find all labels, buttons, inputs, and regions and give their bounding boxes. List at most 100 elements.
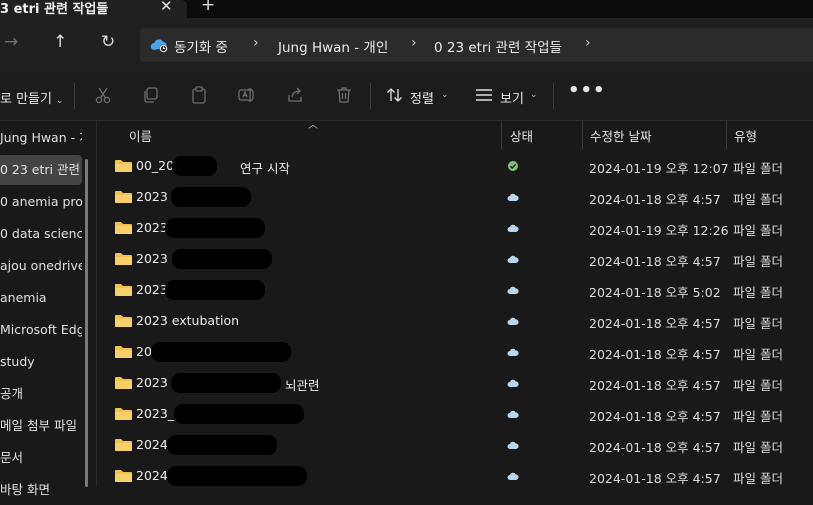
- sidebar-scrollbar[interactable]: [85, 159, 88, 487]
- column-header-status[interactable]: 상태: [510, 126, 533, 145]
- breadcrumb-chevron-icon[interactable]: ›: [411, 35, 417, 51]
- column-separator[interactable]: [582, 121, 583, 149]
- folder-icon: [115, 439, 132, 451]
- cloud-icon: [507, 379, 519, 387]
- sidebar-item[interactable]: 0 23 etri 관련: [0, 155, 82, 185]
- address-bar[interactable]: 동기화 중 › Jung Hwan - 개인 › 0 23 etri 관련 작업…: [140, 28, 813, 62]
- cloud-icon: [507, 441, 519, 449]
- sidebar-item[interactable]: anemia: [0, 283, 82, 313]
- up-icon[interactable]: ↑: [53, 32, 67, 52]
- modified-date: 2024-01-18 오후 4:57: [589, 409, 721, 424]
- new-button[interactable]: 로 만들기 ⌄: [0, 88, 64, 107]
- new-button-label: 로 만들기: [0, 92, 52, 107]
- close-icon[interactable]: ✕: [160, 0, 173, 15]
- file-name-suffix: 연구 시작: [240, 161, 290, 176]
- table-row[interactable]: 2023 2024-01-18 오후 4:57 파일 폴더: [97, 182, 813, 213]
- copy-icon[interactable]: [142, 86, 160, 104]
- cut-icon[interactable]: [94, 86, 112, 104]
- file-name: 2023: [136, 189, 168, 204]
- column-header-type[interactable]: 유형: [734, 126, 757, 145]
- view-list-icon: [476, 89, 492, 101]
- folder-icon: [115, 377, 132, 389]
- file-type: 파일 폴더: [733, 223, 783, 238]
- sidebar-item-label: 0 23 etri 관련: [0, 162, 80, 177]
- file-list: ︿ 이름 상태 수정한 날짜 유형 00_2024 연구 시작 2024-01-19…: [97, 121, 813, 487]
- folder-icon: [115, 222, 132, 234]
- sidebar-item-label: 0 anemia proj: [0, 194, 82, 209]
- column-header-name[interactable]: 이름: [129, 126, 152, 145]
- file-type: 파일 폴더: [733, 471, 783, 486]
- sidebar-item[interactable]: 공개: [0, 379, 82, 409]
- sidebar-item-label: Microsoft Edg: [0, 322, 82, 337]
- cloud-icon: [507, 317, 519, 325]
- sort-button-label: 정렬: [410, 92, 434, 107]
- breadcrumb-chevron-icon[interactable]: ›: [253, 35, 259, 51]
- file-name: 2023: [136, 220, 168, 235]
- column-separator[interactable]: [501, 121, 502, 149]
- tab-active[interactable]: 3 etri 관련 작업들 ✕: [0, 0, 187, 18]
- sidebar-item[interactable]: 0 anemia proj: [0, 187, 82, 217]
- file-name-prefix: 2024: [136, 437, 168, 452]
- table-row[interactable]: 2024 2024-01-18 오후 4:57 파일 폴더: [97, 430, 813, 461]
- redaction-mark: [167, 435, 277, 455]
- cloud-icon: [507, 472, 519, 480]
- sidebar-item[interactable]: Microsoft Edg: [0, 315, 82, 345]
- modified-date: 2024-01-19 오후 12:26: [589, 223, 729, 238]
- cloud-icon: [507, 348, 519, 356]
- new-tab-icon[interactable]: +: [201, 0, 215, 15]
- breadcrumb-item-root[interactable]: Jung Hwan - 개인: [278, 36, 388, 56]
- table-row[interactable]: 2023 2024-01-19 오후 12:26 파일 폴더: [97, 213, 813, 244]
- file-name: 2023 extubation: [136, 313, 239, 328]
- table-row[interactable]: 2023_ 2024-01-18 오후 4:57 파일 폴더: [97, 399, 813, 430]
- sidebar-item-label: 메일 첨부 파일: [0, 418, 77, 433]
- sidebar-item[interactable]: 메일 첨부 파일: [0, 411, 82, 441]
- sidebar-item[interactable]: 문서: [0, 443, 82, 473]
- modified-date: 2024-01-18 오후 4:57: [589, 471, 721, 486]
- delete-icon[interactable]: [335, 86, 353, 104]
- cloud-icon: [507, 255, 519, 263]
- redaction-mark: [165, 280, 265, 300]
- table-row[interactable]: 2023 extubation 2024-01-18 오후 4:57 파일 폴더: [97, 306, 813, 337]
- modified-date: 2024-01-18 오후 4:57: [589, 316, 721, 331]
- sidebar-item[interactable]: 0 data science: [0, 219, 82, 249]
- file-name: 2024: [136, 468, 168, 483]
- toolbar-divider: [370, 83, 371, 109]
- table-row[interactable]: 2023 a 2024-01-18 오후 4:57 파일 폴더: [97, 244, 813, 275]
- forward-icon[interactable]: →: [4, 32, 18, 52]
- sidebar-item[interactable]: study: [0, 347, 82, 377]
- file-type: 파일 폴더: [733, 316, 783, 331]
- file-type: 파일 폴더: [733, 347, 783, 362]
- file-name-prefix: 2023_: [136, 406, 175, 421]
- breadcrumb-item-current[interactable]: 0 23 etri 관련 작업들: [434, 36, 562, 56]
- sidebar-item[interactable]: 바탕 화면: [0, 475, 82, 505]
- folder-icon: [115, 284, 132, 296]
- share-icon[interactable]: [286, 86, 304, 104]
- file-type: 파일 폴더: [733, 192, 783, 207]
- modified-date: 2024-01-18 오후 4:57: [589, 347, 721, 362]
- column-separator[interactable]: [726, 121, 727, 149]
- toolbar-divider: [74, 83, 75, 109]
- file-type: 파일 폴더: [733, 285, 783, 300]
- more-options-icon[interactable]: •••: [568, 80, 606, 101]
- column-header-date[interactable]: 수정한 날짜: [590, 126, 651, 145]
- breadcrumb-chevron-icon[interactable]: ›: [585, 35, 591, 51]
- sidebar-item[interactable]: ajou onedrive: [0, 251, 82, 281]
- table-row[interactable]: 00_2024 연구 시작 2024-01-19 오후 12:07 파일 폴더: [97, 151, 813, 182]
- refresh-icon[interactable]: ↻: [101, 32, 115, 52]
- table-row[interactable]: 2024 2024-01-18 오후 4:57 파일 폴더: [97, 461, 813, 487]
- sidebar-item[interactable]: Jung Hwan - 개: [0, 123, 82, 153]
- modified-date: 2024-01-18 오후 4:57: [589, 440, 721, 455]
- rename-icon[interactable]: [238, 86, 256, 104]
- redaction-mark: [167, 466, 307, 486]
- table-row[interactable]: 2023 뇌관련 2024-01-18 오후 4:57 파일 폴더: [97, 368, 813, 399]
- file-type: 파일 폴더: [733, 254, 783, 269]
- redaction-mark: [174, 404, 304, 424]
- table-row[interactable]: 20 2024-01-18 오후 4:57 파일 폴더: [97, 337, 813, 368]
- file-type: 파일 폴더: [733, 161, 783, 176]
- paste-icon[interactable]: [190, 86, 208, 104]
- modified-date: 2024-01-18 오후 5:02: [589, 285, 721, 300]
- view-button-label: 보기: [500, 92, 524, 107]
- table-row[interactable]: 2023 2024-01-18 오후 5:02 파일 폴더: [97, 275, 813, 306]
- file-name-prefix: 2023: [136, 220, 168, 235]
- cloud-icon: [507, 410, 519, 418]
